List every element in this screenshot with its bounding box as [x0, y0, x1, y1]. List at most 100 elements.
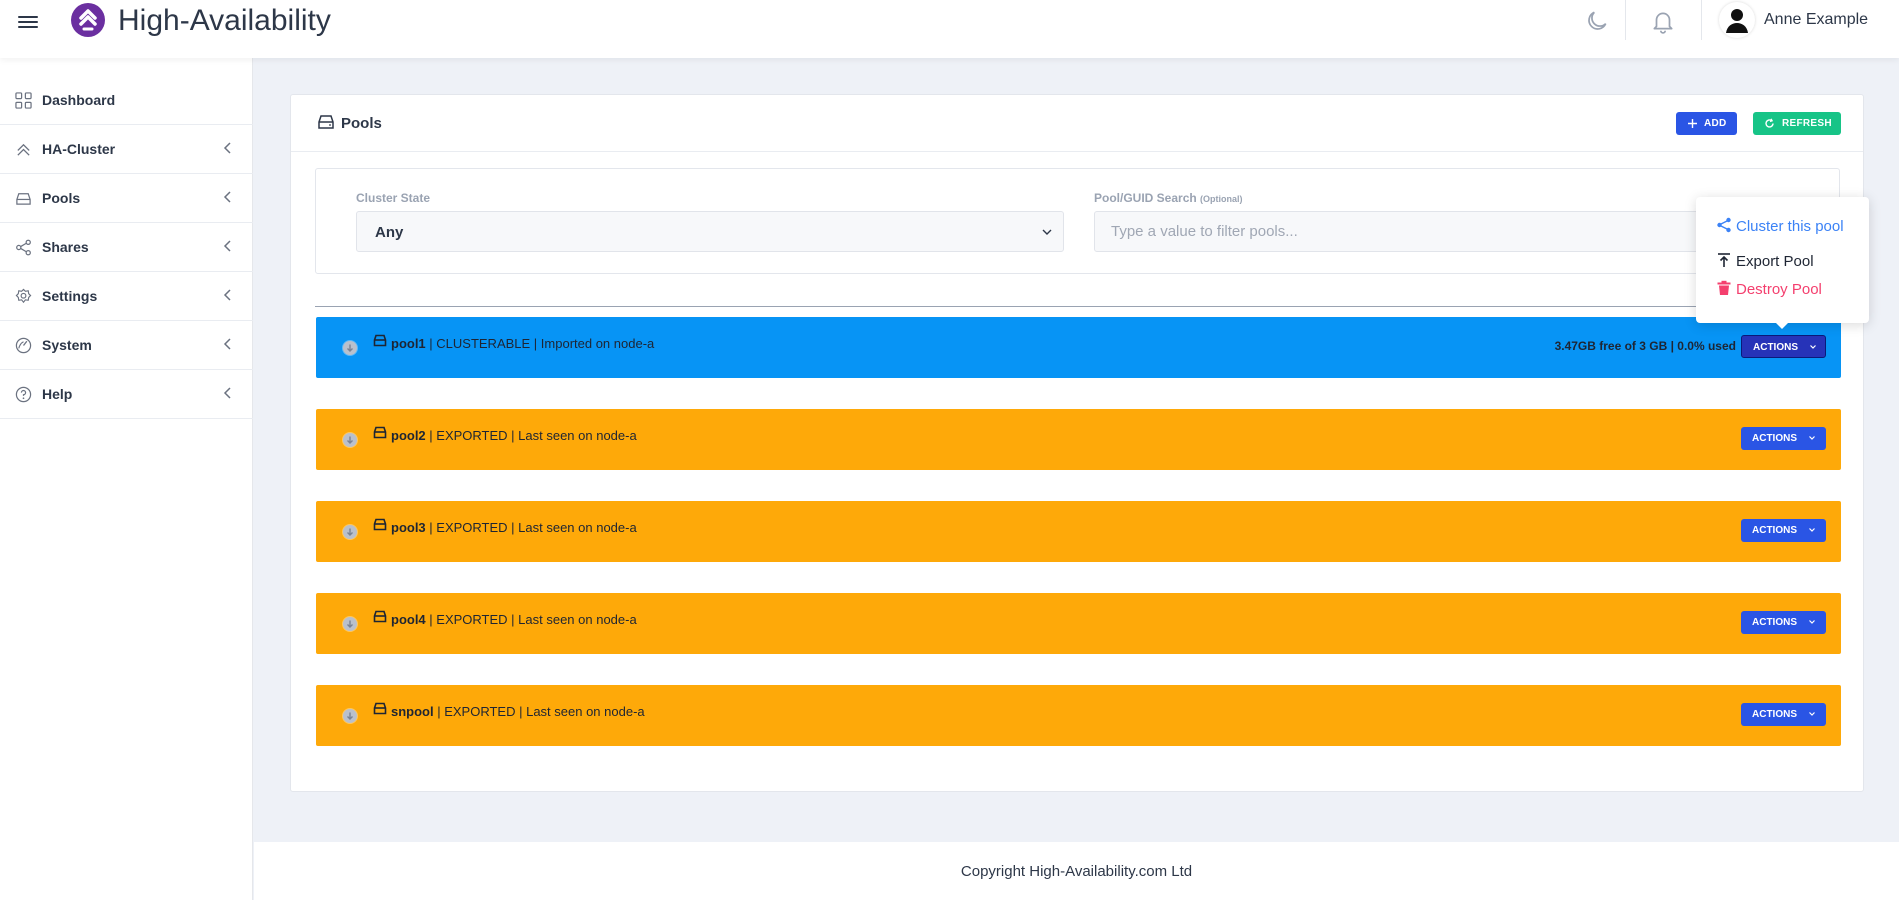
actions-button[interactable]: ACTIONS [1741, 427, 1826, 450]
expand-toggle-icon[interactable] [342, 616, 358, 632]
pool-summary: pool1 | CLUSTERABLE | Imported on node-a [391, 336, 654, 351]
export-icon [1718, 253, 1730, 267]
bell-icon[interactable] [1650, 8, 1676, 34]
menu-item-destroy-pool[interactable]: Destroy Pool [1716, 279, 1866, 301]
header-separator [1625, 0, 1626, 40]
chevron-down-icon [1042, 229, 1052, 235]
header-separator [1701, 0, 1702, 40]
sidebar: Dashboard HA-Cluster Pools Shares Settin… [0, 58, 253, 900]
sidebar-item-settings[interactable]: Settings [0, 272, 253, 321]
dark-mode-moon-icon[interactable] [1584, 8, 1610, 34]
pool-usage: 3.47GB free of 3 GB | 0.0% used [1554, 339, 1736, 353]
cluster-state-label: Cluster State [356, 191, 431, 205]
card-header: Pools ADD REFRESH [291, 95, 1863, 152]
user-avatar[interactable] [1719, 2, 1755, 38]
chevron-down-icon [1810, 345, 1816, 349]
chevron-left-icon [223, 387, 231, 399]
pool-status: | EXPORTED | Last seen on node-a [425, 520, 637, 535]
pool-row: pool3 | EXPORTED | Last seen on node-a A… [316, 501, 1841, 562]
actions-button-label: ACTIONS [1752, 433, 1797, 444]
chevron-down-icon [1809, 528, 1815, 532]
hard-drive-icon [318, 115, 334, 129]
hard-drive-icon [373, 426, 387, 439]
help-circle-icon [15, 386, 32, 403]
chevron-left-icon [223, 191, 231, 203]
sidebar-item-ha-cluster[interactable]: HA-Cluster [0, 125, 253, 174]
chevron-left-icon [223, 338, 231, 350]
cluster-state-select[interactable]: Any [356, 211, 1064, 252]
pool-status: | EXPORTED | Last seen on node-a [425, 612, 637, 627]
menu-item-export-pool[interactable]: Export Pool [1716, 251, 1866, 273]
expand-toggle-icon[interactable] [342, 340, 358, 356]
pool-summary: pool2 | EXPORTED | Last seen on node-a [391, 428, 637, 443]
expand-toggle-icon[interactable] [342, 524, 358, 540]
sidebar-item-shares[interactable]: Shares [0, 223, 253, 272]
actions-button-label: ACTIONS [1752, 525, 1797, 536]
pool-summary: snpool | EXPORTED | Last seen on node-a [391, 704, 645, 719]
app-title: High-Availability [118, 4, 331, 37]
pool-status: | CLUSTERABLE | Imported on node-a [425, 336, 655, 351]
pool-name[interactable]: pool3 [391, 520, 426, 535]
pool-name[interactable]: pool1 [391, 336, 426, 351]
pool-actions-menu: Cluster this pool Export Pool Destroy Po… [1696, 197, 1869, 329]
refresh-icon [1765, 118, 1774, 128]
gear-icon [15, 288, 32, 304]
sidebar-item-help[interactable]: Help [0, 370, 253, 419]
card-title: Pools [341, 115, 382, 132]
pool-name[interactable]: pool4 [391, 612, 426, 627]
sidebar-item-label: Pools [42, 190, 81, 206]
pool-name[interactable]: snpool [391, 704, 434, 719]
expand-toggle-icon[interactable] [342, 708, 358, 724]
trash-icon [1717, 280, 1731, 295]
actions-button-label: ACTIONS [1752, 617, 1797, 628]
top-bar: High-Availability Anne Example [0, 0, 1899, 58]
pools-card: Pools ADD REFRESH Cluster State Any Pool… [290, 94, 1864, 792]
add-pool-button[interactable]: ADD [1676, 112, 1737, 135]
cluster-state-value: Any [375, 224, 404, 241]
menu-item-cluster-pool[interactable]: Cluster this pool [1716, 216, 1866, 238]
sidebar-item-dashboard[interactable]: Dashboard [0, 76, 253, 125]
actions-button[interactable]: ACTIONS [1741, 335, 1826, 358]
chevron-left-icon [223, 142, 231, 154]
chevron-down-icon [1809, 436, 1815, 440]
footer: Copyright High-Availability.com Ltd [254, 842, 1899, 900]
sidebar-item-label: Settings [42, 288, 98, 304]
copyright-text: Copyright High-Availability.com Ltd [960, 863, 1193, 880]
pool-search-label-hint: (Optional) [1200, 194, 1243, 204]
actions-button-label: ACTIONS [1752, 709, 1797, 720]
plus-icon [1688, 119, 1697, 128]
share-icon [1717, 217, 1731, 233]
hard-drive-icon [373, 610, 387, 623]
pool-name[interactable]: pool2 [391, 428, 426, 443]
expand-toggle-icon[interactable] [342, 432, 358, 448]
gauge-icon [15, 337, 32, 354]
refresh-button-label: REFRESH [1782, 118, 1832, 129]
sidebar-item-system[interactable]: System [0, 321, 253, 370]
pool-row: pool2 | EXPORTED | Last seen on node-a A… [316, 409, 1841, 470]
app-logo[interactable] [71, 3, 105, 37]
sidebar-item-label: Help [42, 386, 73, 402]
sidebar-item-label: System [42, 337, 92, 353]
pool-summary: pool4 | EXPORTED | Last seen on node-a [391, 612, 637, 627]
pool-status: | EXPORTED | Last seen on node-a [425, 428, 637, 443]
filter-panel: Cluster State Any Pool/GUID Search (Opti… [315, 168, 1840, 274]
pool-row: pool4 | EXPORTED | Last seen on node-a A… [316, 593, 1841, 654]
grid-icon [15, 92, 32, 109]
chevrons-up-icon [17, 143, 30, 156]
menu-item-label: Export Pool [1736, 253, 1814, 270]
pool-summary: pool3 | EXPORTED | Last seen on node-a [391, 520, 637, 535]
sidebar-item-label: Shares [42, 239, 89, 255]
menu-toggle-icon[interactable] [18, 13, 38, 29]
share-icon [16, 239, 31, 256]
user-name[interactable]: Anne Example [1764, 11, 1868, 29]
actions-button-label: ACTIONS [1753, 342, 1798, 353]
pool-row: pool1 | CLUSTERABLE | Imported on node-a… [316, 317, 1841, 378]
sidebar-item-pools[interactable]: Pools [0, 174, 253, 223]
pool-search-label-text: Pool/GUID Search [1094, 191, 1197, 205]
menu-item-label: Destroy Pool [1736, 281, 1822, 298]
refresh-button[interactable]: REFRESH [1753, 112, 1841, 135]
menu-item-label: Cluster this pool [1736, 218, 1844, 235]
actions-button[interactable]: ACTIONS [1741, 703, 1826, 726]
actions-button[interactable]: ACTIONS [1741, 611, 1826, 634]
actions-button[interactable]: ACTIONS [1741, 519, 1826, 542]
